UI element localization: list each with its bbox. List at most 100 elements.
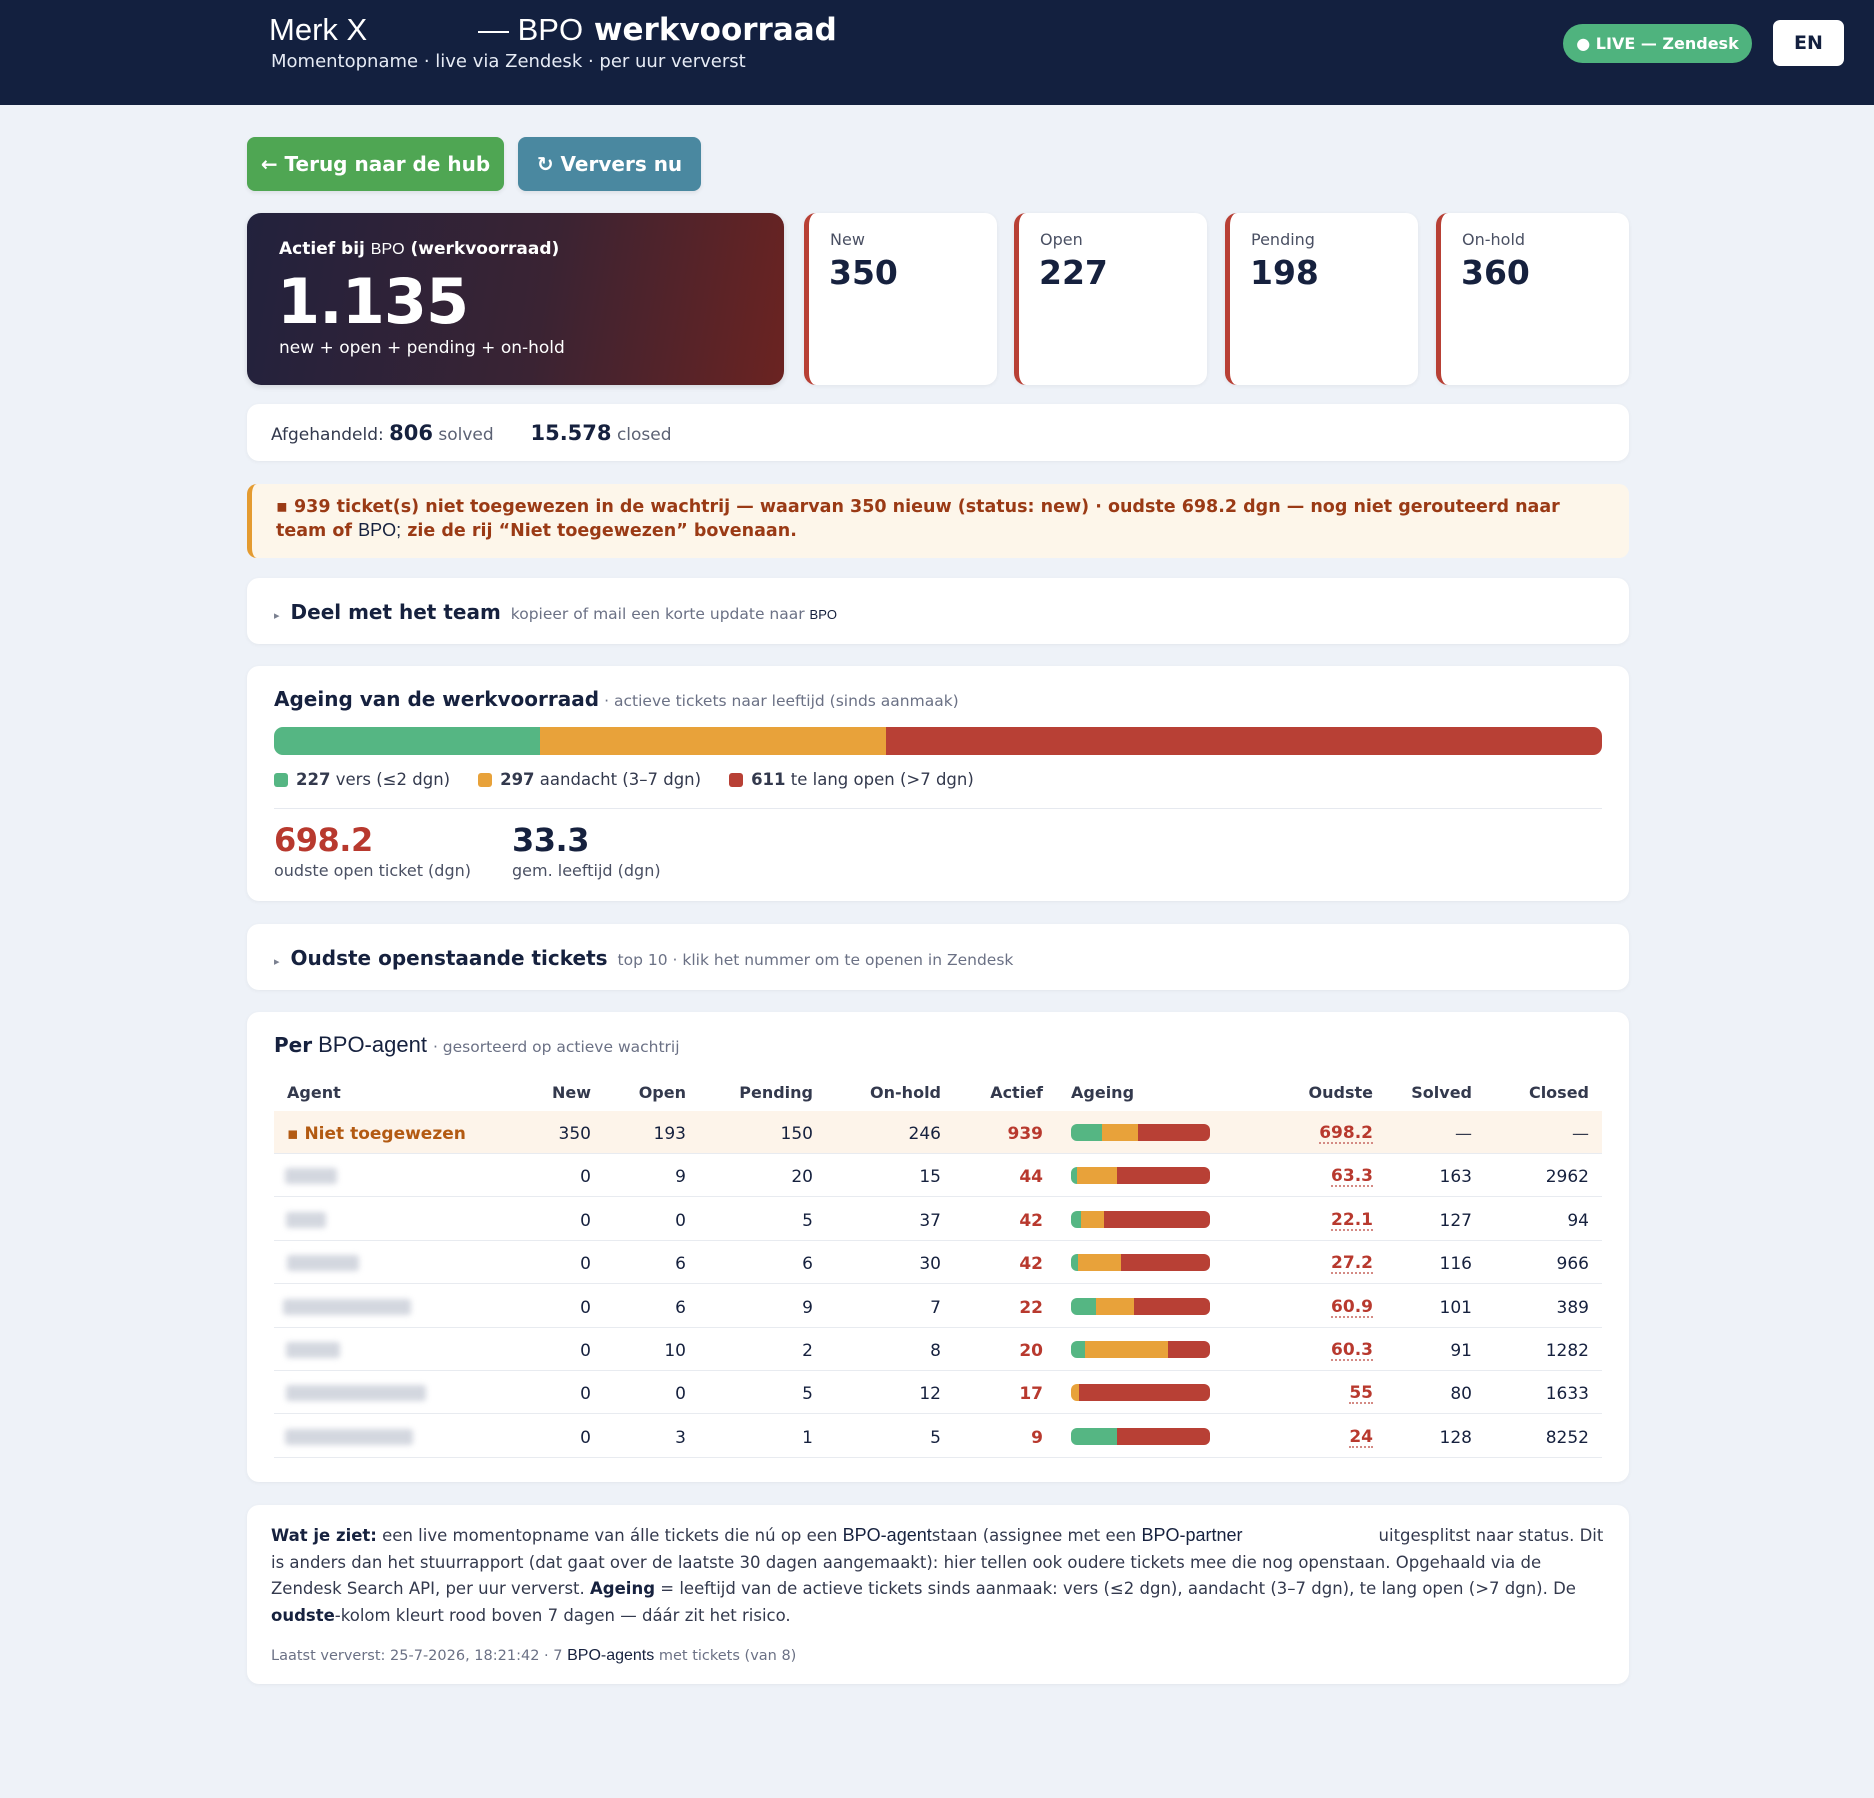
oldest-tickets-subtitle: top 10 · klik het nummer om te openen in… (617, 951, 1014, 969)
status-card-label: New (830, 230, 865, 249)
column-header-ageing[interactable]: Ageing (1071, 1083, 1134, 1102)
cell-active: 17 (1019, 1384, 1043, 1405)
per-agent-subtitle: · gesorteerd op actieve wachtrij (432, 1038, 680, 1056)
per-agent-title-token: BPO-agent (318, 1032, 427, 1057)
ageing-section: Ageing van de werkvoorraad · actieve tic… (247, 666, 1629, 901)
oldest-tickets-section[interactable]: ▸ Oudste openstaande tickets top 10 · kl… (247, 924, 1629, 990)
ageing-attention-fill (1077, 1254, 1122, 1272)
cell-new: 350 (558, 1124, 591, 1144)
back-to-hub-button[interactable]: ← Terug naar de hub (247, 137, 504, 191)
explanation-token-partner: BPO-partner (1141, 1525, 1243, 1545)
explanation-text: Wat je ziet: een live momentopname van á… (271, 1522, 1609, 1629)
share-with-team-section[interactable]: ▸ Deel met het team kopieer of mail een … (247, 578, 1629, 644)
legend-swatch (729, 772, 744, 787)
cell-oldest[interactable]: 60.3 (1331, 1341, 1373, 1361)
ageing-attention-fill (1071, 1384, 1080, 1402)
ageing-segment-late (886, 727, 1602, 755)
cell-closed: — (1572, 1124, 1589, 1144)
agent-ageing-bar (1071, 1297, 1210, 1315)
cell-oldest[interactable]: 55 (1349, 1384, 1373, 1405)
ageing-title: Ageing van de werkvoorraad (274, 687, 600, 711)
cell-open: 3 (675, 1427, 686, 1448)
hero-label-pre: Actief bij (279, 239, 365, 259)
unassigned-alert-text: ▪ 939 ticket(s) niet toegewezen in de wa… (276, 496, 1616, 543)
cell-open: 9 (675, 1167, 686, 1188)
cell-active: 939 (1007, 1124, 1044, 1144)
ageing-attention-fill (1076, 1167, 1117, 1185)
column-header-closed[interactable]: Closed (1529, 1083, 1589, 1102)
status-card-value: 360 (1461, 253, 1530, 292)
column-header-onhold[interactable]: On-hold (870, 1083, 941, 1102)
closed-count: 15.578 (530, 421, 612, 445)
cell-solved: 127 (1439, 1210, 1472, 1231)
explanation-ageing: Ageing (590, 1579, 656, 1598)
share-with-team-header[interactable]: ▸ Deel met het team kopieer of mail een … (274, 600, 837, 624)
unassigned-alert: ▪ 939 ticket(s) niet toegewezen in de wa… (247, 484, 1629, 558)
cell-oldest[interactable]: 27.2 (1331, 1254, 1373, 1275)
redacted-agent-name (285, 1168, 337, 1185)
table-row: 0 0 5 37 42 22.1 127 94 (274, 1198, 1602, 1241)
agent-ageing-bar (1071, 1427, 1210, 1445)
agent-ageing-bar (1071, 1124, 1210, 1141)
last-refreshed-meta: Laatst ververst: 25-7-2026, 18:21:42 · 7… (271, 1647, 796, 1665)
explanation-text-4: = leeftijd van de actieve tickets sinds … (660, 1579, 1576, 1598)
cell-onhold: 30 (919, 1254, 941, 1275)
cell-open: 193 (653, 1124, 686, 1144)
column-header-active[interactable]: Actief (990, 1083, 1043, 1102)
cell-solved: — (1455, 1124, 1472, 1144)
cell-pending: 150 (780, 1124, 813, 1144)
table-row: 0 9 20 15 44 63.3 163 2962 (274, 1154, 1602, 1198)
legend-swatch (274, 772, 288, 787)
cell-solved: 80 (1450, 1384, 1472, 1405)
language-toggle-button[interactable]: EN (1773, 20, 1844, 66)
status-card-value: 350 (829, 253, 898, 292)
column-header-oldest[interactable]: Oudste (1309, 1083, 1373, 1102)
ageing-late-fill (1079, 1384, 1210, 1402)
cell-oldest[interactable]: 60.9 (1331, 1298, 1373, 1318)
explanation-oldest: oudste (271, 1605, 335, 1625)
cell-pending: 20 (791, 1167, 813, 1188)
per-agent-section: Per BPO-agent · gesorteerd op actieve wa… (247, 1012, 1629, 1482)
per-agent-title: Per (274, 1033, 313, 1057)
cell-active: 42 (1019, 1210, 1043, 1231)
refresh-now-button[interactable]: ↻ Ververs nu (518, 137, 701, 191)
oldest-tickets-header[interactable]: ▸ Oudste openstaande tickets top 10 · kl… (274, 946, 1013, 970)
ageing-late-fill (1121, 1254, 1210, 1272)
table-header: Agent New Open Pending On-hold Actief Ag… (274, 1068, 1602, 1111)
alert-text-4: zie de rij “Niet toegewezen” bovenaan. (407, 521, 797, 541)
status-card-label: Open (1040, 230, 1083, 249)
alert-text-2: nieuw (status: new) · oudste (892, 497, 1176, 517)
cell-oldest[interactable]: 63.3 (1331, 1167, 1373, 1188)
cell-onhold: 15 (919, 1167, 941, 1188)
legend-label: aandacht (3–7 dgn) (539, 770, 702, 789)
explanation-token-agent: BPO-agent (842, 1525, 932, 1545)
column-header-pending[interactable]: Pending (739, 1083, 813, 1102)
cell-open: 6 (675, 1254, 686, 1275)
caret-right-icon: ▸ (274, 955, 280, 968)
hero-label-post: (werkvoorraad) (410, 239, 560, 259)
cell-pending: 1 (802, 1427, 813, 1448)
column-header-solved[interactable]: Solved (1411, 1083, 1472, 1102)
legend-label: vers (≤2 dgn) (335, 770, 451, 789)
column-header-agent[interactable]: Agent (287, 1083, 341, 1102)
status-card-open: Open 227 (1014, 213, 1207, 385)
cell-closed: 966 (1556, 1254, 1589, 1275)
ageing-attention-fill (1096, 1297, 1134, 1315)
ageing-stacked-bar (274, 727, 1602, 755)
last-refreshed-text: Laatst ververst: 25-7-2026, 18:21:42 · 7 (271, 1648, 563, 1664)
column-header-new[interactable]: New (552, 1083, 591, 1102)
agent-name: ▪ Niet toegewezen (287, 1124, 466, 1144)
ageing-segment-attention (539, 727, 887, 755)
cell-closed: 1633 (1545, 1384, 1589, 1405)
column-header-open[interactable]: Open (639, 1083, 686, 1102)
alert-bpo: BPO; (358, 520, 402, 540)
active-backlog-value: 1.135 (277, 265, 469, 338)
table-row: 0 6 6 30 42 27.2 116 966 (274, 1241, 1602, 1285)
cell-oldest[interactable]: 24 (1349, 1428, 1373, 1448)
legend-swatch (478, 772, 493, 787)
cell-onhold: 8 (930, 1341, 941, 1361)
cell-oldest[interactable]: 22.1 (1331, 1211, 1373, 1231)
alert-bullet: ▪ (276, 497, 288, 517)
table-row: 0 10 2 8 20 60.3 91 1282 (274, 1328, 1602, 1371)
cell-oldest[interactable]: 698.2 (1319, 1124, 1373, 1144)
